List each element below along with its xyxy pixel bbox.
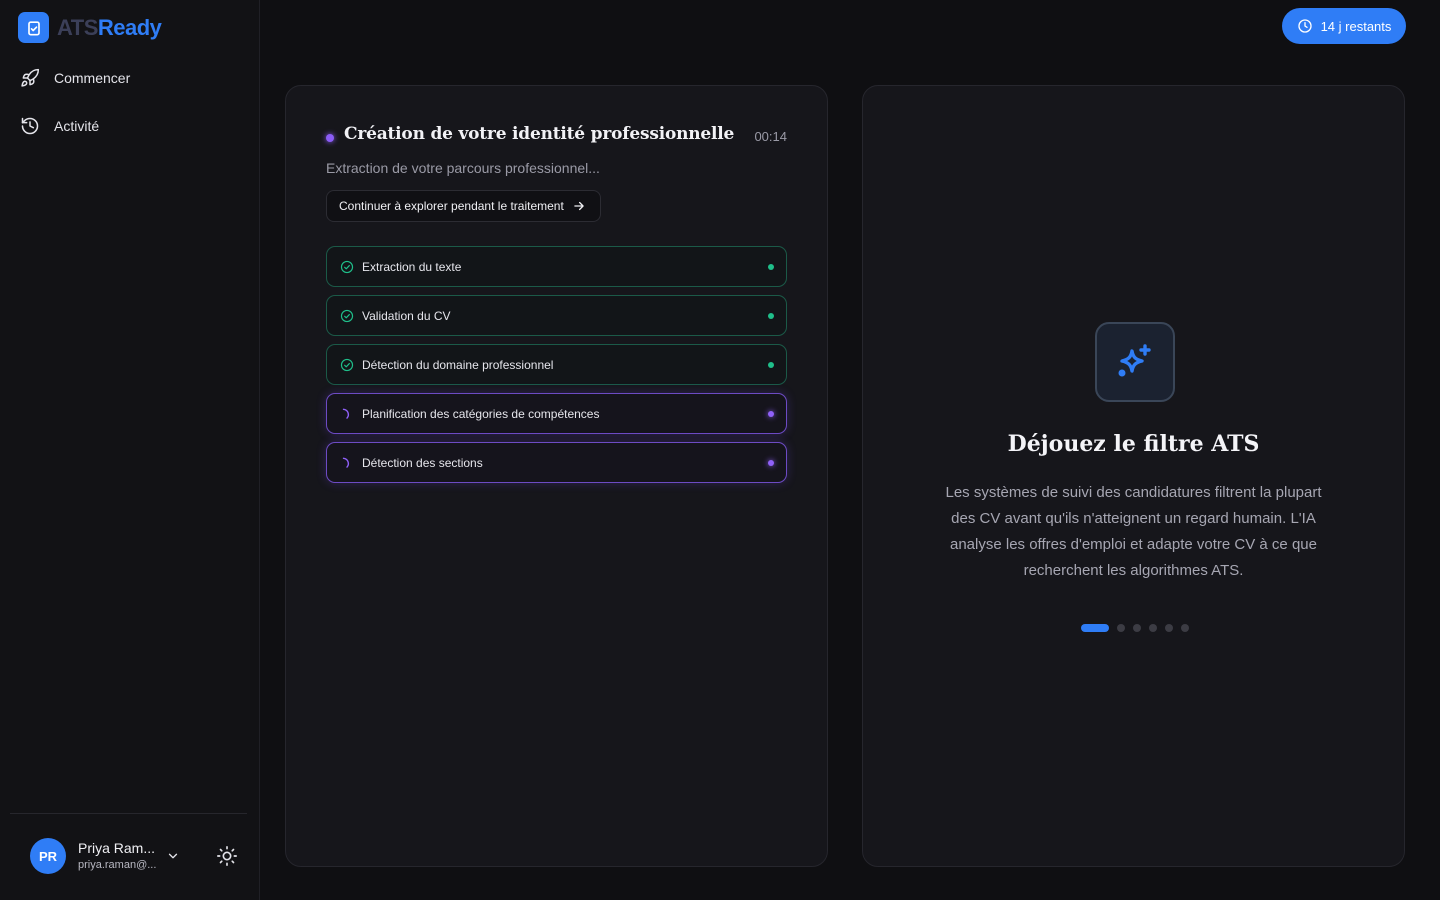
- sun-icon[interactable]: [216, 845, 238, 867]
- processing-card: Création de votre identité professionnel…: [285, 85, 828, 867]
- feature-carousel-card: Déjouez le filtre ATS Les systèmes de su…: [862, 85, 1405, 867]
- rocket-icon: [21, 68, 40, 87]
- sidebar-item-activite[interactable]: Activité: [20, 114, 130, 138]
- step-status-dot: [768, 264, 774, 270]
- processing-title: Création de votre identité professionnel…: [344, 124, 735, 144]
- check-circle-icon: [340, 260, 354, 273]
- step-label: Extraction du texte: [362, 259, 462, 274]
- feature-icon-box: [1095, 322, 1175, 402]
- carousel-dot[interactable]: [1117, 624, 1125, 632]
- carousel-dot[interactable]: [1081, 624, 1109, 632]
- check-circle-icon: [340, 309, 354, 322]
- chevron-down-icon[interactable]: [166, 849, 180, 863]
- arrow-right-icon: [574, 201, 584, 211]
- user-info: Priya Ram... priya.raman@...: [78, 839, 158, 873]
- feature-title: Déjouez le filtre ATS: [1007, 431, 1260, 457]
- processing-step: Détection des sections: [326, 442, 787, 483]
- processing-header: Création de votre identité professionnel…: [326, 124, 787, 150]
- user-menu[interactable]: PR Priya Ram... priya.raman@...: [30, 838, 178, 874]
- brand[interactable]: ATSReady: [18, 12, 162, 43]
- trial-days-button[interactable]: 14 j restants: [1282, 8, 1406, 44]
- sidebar-divider: [10, 813, 247, 814]
- step-label: Planification des catégories de compéten…: [362, 406, 600, 421]
- user-email: priya.raman@...: [78, 859, 157, 871]
- processing-step: Extraction du texte: [326, 246, 787, 287]
- continue-exploring-button[interactable]: Continuer à explorer pendant le traiteme…: [326, 190, 601, 222]
- processing-subtitle: Extraction de votre parcours professionn…: [326, 160, 600, 176]
- sidebar: ATSReady Commencer Activité PR Priya Ram…: [0, 0, 260, 900]
- step-status-dot: [768, 313, 774, 319]
- history-icon: [21, 117, 39, 135]
- carousel-dot[interactable]: [1165, 624, 1173, 632]
- brand-name-ready: Ready: [97, 14, 162, 40]
- spinner-icon: [342, 408, 350, 419]
- brand-name: ATSReady: [57, 14, 162, 41]
- step-status-dot: [768, 362, 774, 368]
- processing-timer: 00:14: [754, 129, 787, 144]
- processing-steps: Extraction du texte Validation du CV Dét…: [326, 246, 787, 491]
- carousel-dot[interactable]: [1149, 624, 1157, 632]
- carousel-pagination: [1081, 624, 1189, 632]
- sidebar-item-label: Commencer: [54, 70, 131, 86]
- step-label: Détection du domaine professionnel: [362, 357, 554, 372]
- step-status-dot: [768, 460, 774, 466]
- sidebar-nav: Commencer Activité: [20, 66, 130, 162]
- avatar: PR: [30, 838, 66, 874]
- sparkles-icon: [1118, 344, 1151, 377]
- processing-step: Planification des catégories de compéten…: [326, 393, 787, 434]
- spinner-icon: [342, 457, 350, 468]
- continue-exploring-label: Continuer à explorer pendant le traiteme…: [339, 199, 564, 213]
- check-circle-icon: [340, 358, 354, 371]
- processing-step: Validation du CV: [326, 295, 787, 336]
- clock-icon: [1297, 19, 1312, 33]
- user-name: Priya Ram...: [78, 840, 156, 856]
- sidebar-item-label: Activité: [54, 118, 100, 134]
- sidebar-item-commencer[interactable]: Commencer: [20, 66, 130, 90]
- step-label: Détection des sections: [362, 455, 483, 470]
- brand-name-ats: ATS: [57, 14, 98, 40]
- feature-description: Les systèmes de suivi des candidatures f…: [945, 484, 1322, 579]
- status-dot: [326, 134, 334, 142]
- step-label: Validation du CV: [362, 308, 451, 323]
- carousel-dot[interactable]: [1133, 624, 1141, 632]
- trial-days-label: 14 j restants: [1320, 18, 1392, 34]
- step-status-dot: [768, 411, 774, 417]
- brand-logo-icon: [18, 12, 49, 43]
- carousel-dot[interactable]: [1181, 624, 1189, 632]
- processing-step: Détection du domaine professionnel: [326, 344, 787, 385]
